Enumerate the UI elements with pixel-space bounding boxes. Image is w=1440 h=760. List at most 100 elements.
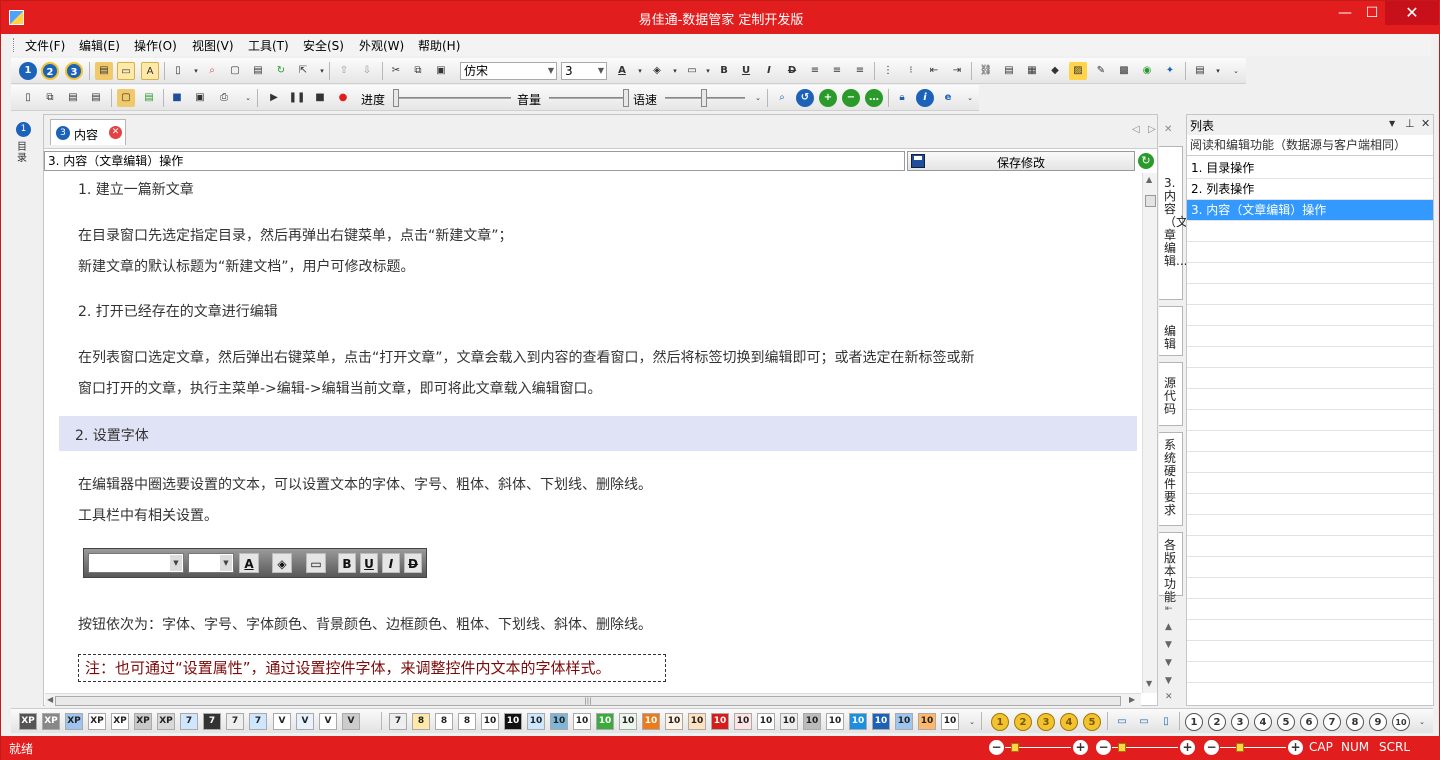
outdent-icon[interactable]: ⇤ bbox=[925, 62, 943, 80]
zoom-control[interactable]: − + bbox=[1204, 740, 1304, 756]
tools-icon[interactable]: ✦ bbox=[1161, 62, 1179, 80]
size-button[interactable]: 10 bbox=[757, 713, 775, 730]
stop-icon[interactable]: ■ bbox=[311, 89, 329, 107]
zoom-out-icon[interactable]: − bbox=[842, 89, 860, 107]
zoom-icon[interactable]: ⌕ bbox=[773, 89, 791, 107]
menu-edit[interactable]: 编辑(E) bbox=[79, 37, 120, 54]
speed-slider-thumb[interactable] bbox=[701, 89, 707, 107]
new-file-icon[interactable]: ▯ bbox=[19, 89, 37, 107]
tablet-portrait-icon[interactable]: ▯ bbox=[1157, 713, 1175, 731]
zoom-control[interactable]: − + bbox=[1096, 740, 1196, 756]
zoom-in-icon[interactable]: + bbox=[1180, 740, 1195, 755]
style-xp-button[interactable]: XP bbox=[134, 713, 152, 730]
print-icon[interactable]: ⎙ bbox=[215, 89, 233, 107]
tablet-landscape-icon[interactable]: ▭ bbox=[1135, 713, 1153, 731]
circle-number-button[interactable]: 4 bbox=[1060, 713, 1078, 731]
zoom-out-icon[interactable]: − bbox=[1204, 740, 1219, 755]
circle-number-button[interactable]: 9 bbox=[1369, 713, 1387, 731]
circle-number-button[interactable]: 1 bbox=[991, 713, 1009, 731]
style-v-button[interactable]: V bbox=[273, 713, 291, 730]
size-button[interactable]: 10 bbox=[573, 713, 591, 730]
tab-next-icon[interactable]: ▷ bbox=[1148, 124, 1156, 135]
dropdown-icon[interactable]: ▾ bbox=[1209, 62, 1227, 80]
maximize-button[interactable]: ☐ bbox=[1359, 1, 1385, 25]
size-button[interactable]: 7 bbox=[389, 713, 407, 730]
toolbar-options-icon[interactable]: ⌄ bbox=[1413, 713, 1431, 731]
rotate-icon[interactable]: ↺ bbox=[796, 89, 814, 107]
minimize-button[interactable]: — bbox=[1331, 1, 1359, 25]
dropdown-icon[interactable]: ▾ bbox=[666, 62, 684, 80]
size-button[interactable]: 10 bbox=[803, 713, 821, 730]
image-icon[interactable]: ▨ bbox=[1069, 62, 1087, 80]
tab-prev-icon[interactable]: ◁ bbox=[1132, 124, 1140, 135]
circle-number-button[interactable]: 2 bbox=[1014, 713, 1032, 731]
record-icon[interactable]: ● bbox=[334, 89, 352, 107]
circle-number-button[interactable]: 4 bbox=[1254, 713, 1272, 731]
menu-view[interactable]: 视图(V) bbox=[192, 37, 234, 54]
play-icon[interactable]: ▶ bbox=[265, 89, 283, 107]
size-button[interactable]: 8 bbox=[458, 713, 476, 730]
multi-file-icon[interactable]: ▤ bbox=[64, 89, 82, 107]
file-text-icon[interactable]: ▤ bbox=[87, 89, 105, 107]
size-button[interactable]: 10 bbox=[504, 713, 522, 730]
save-changes-button[interactable]: 保存修改 bbox=[907, 151, 1135, 171]
style-xp-button[interactable]: XP bbox=[88, 713, 106, 730]
vtab-edition-features[interactable]: 各版本功能 bbox=[1159, 532, 1183, 604]
horizontal-scrollbar[interactable]: ◀ ||| ▶ bbox=[45, 693, 1141, 707]
zoom-knob[interactable] bbox=[1118, 743, 1126, 752]
note-icon[interactable]: ▤ bbox=[249, 62, 267, 80]
indent-icon[interactable]: ⇥ bbox=[948, 62, 966, 80]
menu-file[interactable]: 文件(F) bbox=[25, 37, 65, 54]
progress-slider[interactable] bbox=[399, 97, 511, 99]
document-icon[interactable]: ▤ bbox=[1000, 62, 1018, 80]
add-doc-icon[interactable]: ▤ bbox=[140, 89, 158, 107]
size-button[interactable]: 10 bbox=[642, 713, 660, 730]
toolbar-options-icon[interactable]: ⌄ bbox=[963, 713, 981, 731]
save-as-icon[interactable]: ▣ bbox=[191, 89, 209, 107]
directory-number-icon[interactable]: 1 bbox=[16, 122, 31, 137]
size-button[interactable]: 10 bbox=[688, 713, 706, 730]
style-v-button[interactable]: V bbox=[319, 713, 337, 730]
size-button[interactable]: 8 bbox=[435, 713, 453, 730]
zoom-in-icon[interactable]: + bbox=[1073, 740, 1088, 755]
style-v-button[interactable]: V bbox=[342, 713, 360, 730]
find-icon[interactable]: ⌕ bbox=[203, 62, 221, 80]
hscroll-thumb[interactable]: ||| bbox=[55, 696, 1121, 706]
bold-icon[interactable]: B bbox=[715, 62, 733, 80]
font-name-select[interactable]: 仿宋 ▼ bbox=[460, 62, 557, 80]
size-button[interactable]: 8 bbox=[412, 713, 430, 730]
fill-color-icon[interactable]: ◈ bbox=[648, 62, 666, 80]
size-button[interactable]: 10 bbox=[918, 713, 936, 730]
refresh-icon[interactable]: ↻ bbox=[272, 62, 290, 80]
size-button[interactable]: 10 bbox=[941, 713, 959, 730]
vtab-system-requirements[interactable]: 系统硬件要求 bbox=[1159, 432, 1183, 526]
text-cursor-icon[interactable]: A bbox=[141, 62, 159, 80]
size-button[interactable]: 10 bbox=[780, 713, 798, 730]
circle-number-button[interactable]: 3 bbox=[1037, 713, 1055, 731]
toolbar-options-icon[interactable]: ⌄ bbox=[749, 89, 767, 107]
size-button[interactable]: 10 bbox=[665, 713, 683, 730]
zoom-in-icon[interactable]: + bbox=[819, 89, 837, 107]
circle-number-button[interactable]: 1 bbox=[1185, 713, 1203, 731]
scroll-up-icon[interactable]: ▲ bbox=[1146, 175, 1152, 184]
lock-icon[interactable]: 🔒︎ bbox=[893, 89, 911, 107]
zoom-control[interactable]: − + bbox=[989, 740, 1089, 756]
move-up-icon[interactable]: ⇧ bbox=[335, 62, 353, 80]
vertical-scrollbar[interactable]: ▲ ▼ bbox=[1142, 173, 1157, 693]
new-doc-icon[interactable]: ▯ bbox=[169, 62, 187, 80]
scroll-thumb[interactable] bbox=[1145, 195, 1156, 207]
browser-icon[interactable]: e bbox=[939, 89, 957, 107]
scroll-right-icon[interactable]: ▶ bbox=[1129, 695, 1135, 704]
style-xp-button[interactable]: XP bbox=[65, 713, 83, 730]
toolbar-options-icon[interactable]: ⌄ bbox=[239, 89, 257, 107]
copy-icon[interactable]: ⧉ bbox=[409, 62, 427, 80]
size-button[interactable]: 10 bbox=[872, 713, 890, 730]
font-color-icon[interactable]: A bbox=[613, 62, 631, 80]
cut-icon[interactable]: ✂ bbox=[387, 62, 405, 80]
monitor-icon[interactable]: ▭ bbox=[1113, 713, 1131, 731]
film-icon[interactable]: ▩ bbox=[1115, 62, 1133, 80]
vtab-last-icon[interactable]: ▼ bbox=[1165, 658, 1172, 668]
vtab-first-icon[interactable]: ⇤ bbox=[1165, 604, 1173, 614]
size-button[interactable]: 10 bbox=[849, 713, 867, 730]
circle-number-button[interactable]: 8 bbox=[1346, 713, 1364, 731]
